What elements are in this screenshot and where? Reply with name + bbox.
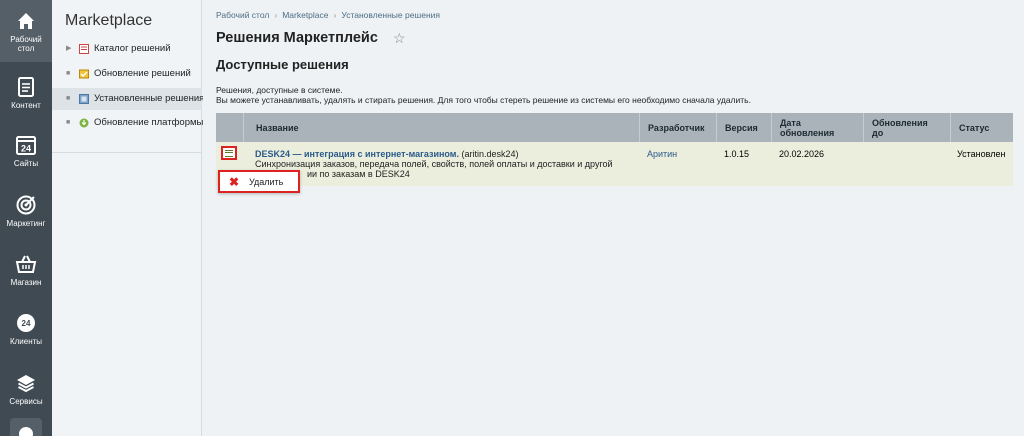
delete-label: Удалить (249, 177, 284, 187)
rail-item-sites[interactable]: 24 Сайты (0, 128, 52, 176)
clients-24-icon: 24 (17, 314, 35, 332)
rail-label-clients: Клиенты (9, 337, 43, 346)
target-icon (16, 195, 36, 215)
sidebar: Marketplace ▶ Каталог решений ■ Обновлен… (52, 0, 205, 436)
bullet-icon: ■ (66, 119, 71, 126)
header-status[interactable]: Статус (950, 113, 1013, 142)
left-rail: Рабочий стол Контент 24 Сайты Маркетинг … (0, 0, 52, 436)
section-description-line1: Решения, доступные в системе. (216, 85, 343, 95)
header-name-label: Название (256, 122, 299, 133)
rail-item-marketing[interactable]: Маркетинг (0, 188, 52, 236)
rail-item-shop[interactable]: Магазин (0, 247, 52, 295)
header-version-label: Версия (725, 122, 758, 133)
header-developer[interactable]: Разработчик (639, 113, 716, 142)
header-updates-label: Обновления до (872, 118, 928, 138)
cell-name: DESK24 — интеграция с интернет-магазином… (255, 149, 639, 179)
sidebar-divider (52, 152, 202, 153)
header-version[interactable]: Версия (716, 113, 771, 142)
breadcrumb-installed[interactable]: Установленные решения (341, 10, 440, 20)
header-date-line1: Дата (780, 117, 801, 128)
delete-x-icon: ✖ (229, 175, 240, 189)
update-icon (79, 69, 89, 79)
solution-code: (aritin.desk24) (461, 149, 519, 159)
expand-arrow-icon[interactable]: ▶ (66, 38, 71, 60)
context-menu-delete[interactable]: ✖ Удалить (220, 172, 298, 191)
sidebar-item-installed[interactable]: ■ Установленные решения (52, 88, 205, 110)
sidebar-title: Marketplace (65, 12, 153, 29)
rail-label-services: Сервисы (9, 397, 43, 406)
header-actions (216, 113, 243, 142)
cell-date: 20.02.2026 (779, 149, 825, 159)
row-actions-menu-button[interactable] (221, 146, 237, 160)
rail-label-content: Контент (11, 101, 41, 110)
rail-item-content[interactable]: Контент (0, 70, 52, 118)
rail-item-desktop[interactable]: Рабочий стол (0, 0, 52, 62)
header-date-line2: обновления (780, 127, 835, 138)
header-updates-until[interactable]: Обновления до (863, 113, 950, 142)
cell-version: 1.0.15 (724, 149, 750, 159)
installed-icon (79, 94, 89, 104)
rail-label-shop: Магазин (10, 278, 42, 287)
rail-label-marketing: Маркетинг (6, 219, 46, 228)
header-status-label: Статус (959, 122, 990, 133)
document-icon (18, 77, 34, 97)
sidebar-item-label: Обновление платформы (94, 117, 204, 128)
sidebar-item-label: Каталог решений (94, 43, 171, 54)
breadcrumb-separator: › (274, 10, 278, 20)
sidebar-item-label: Обновление решений (94, 68, 191, 79)
cell-developer: Аритин (647, 149, 677, 159)
cloud-icon (19, 427, 33, 436)
breadcrumb: Рабочий стол › Marketplace › Установленные р… (216, 10, 440, 20)
page-title: Решения Маркетплейс (216, 30, 378, 46)
main-content: Рабочий стол › Marketplace › Установленные р… (203, 0, 1024, 436)
rail-item-clients[interactable]: 24 Клиенты (0, 306, 52, 354)
rail-item-services[interactable]: Сервисы (0, 366, 52, 414)
solution-name-link[interactable]: DESK24 — интеграция с интернет-магазином… (255, 149, 459, 159)
cell-status: Установлен (957, 149, 1006, 159)
header-date[interactable]: Дата обновления (771, 113, 863, 142)
catalog-icon (79, 44, 89, 54)
bullet-icon: ■ (66, 70, 71, 77)
solution-description-line2: ии по заказам в DESK24 (307, 169, 410, 179)
sidebar-item-catalog[interactable]: ▶ Каталог решений (52, 38, 202, 60)
solution-description-line1: Синхронизация заказов, передача полей, с… (255, 159, 613, 169)
table-header: Название Разработчик Версия Дата обновлен… (216, 113, 1013, 142)
breadcrumb-desktop[interactable]: Рабочий стол (216, 10, 269, 20)
favorite-star-icon[interactable]: ☆ (393, 30, 406, 47)
layers-icon (17, 375, 35, 393)
rail-24-text: 24 (21, 144, 31, 154)
basket-icon (15, 255, 37, 273)
header-developer-label: Разработчик (648, 122, 705, 133)
header-updates-line2: до (872, 127, 884, 138)
developer-link[interactable]: Аритин (647, 149, 677, 159)
rail-24-clients-text: 24 (22, 319, 31, 328)
header-updates-line1: Обновления (872, 117, 928, 128)
header-name[interactable]: Название (243, 113, 639, 142)
section-title: Доступные решения (216, 57, 349, 72)
sidebar-item-update-solutions[interactable]: ■ Обновление решений (52, 63, 202, 85)
rail-label-desktop: Рабочий стол (10, 35, 42, 53)
rail-more-button[interactable] (10, 418, 42, 436)
header-date-label: Дата обновления (780, 118, 834, 138)
sidebar-item-platform-update[interactable]: ■ Обновление платформы (52, 112, 204, 134)
table-row[interactable]: DESK24 — интеграция с интернет-магазином… (216, 142, 1013, 186)
breadcrumb-separator: › (333, 10, 337, 20)
sidebar-item-label: Установленные решения (94, 93, 205, 104)
breadcrumb-marketplace[interactable]: Marketplace (282, 10, 328, 20)
calendar-24-icon: 24 (16, 136, 36, 155)
context-menu: ✖ Удалить (218, 170, 300, 193)
home-icon (18, 13, 34, 29)
rail-label-sites: Сайты (13, 159, 39, 168)
bullet-icon: ■ (66, 95, 71, 102)
platform-update-icon (79, 118, 89, 128)
hamburger-icon (225, 149, 233, 157)
solutions-table: Название Разработчик Версия Дата обновлен… (216, 113, 1013, 186)
section-description-line2: Вы можете устанавливать, удалять и стира… (216, 95, 751, 105)
